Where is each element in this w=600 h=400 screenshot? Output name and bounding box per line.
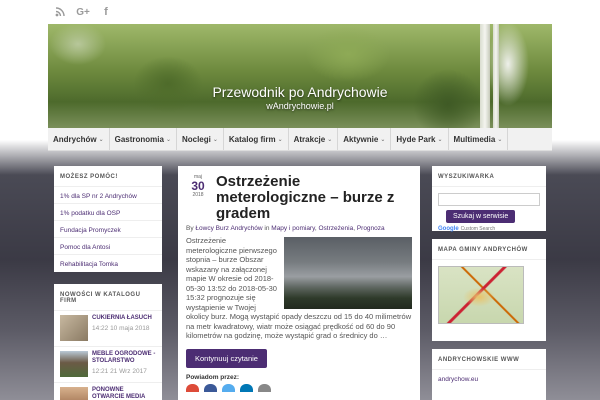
help-link[interactable]: Pomoc dla Antosi xyxy=(54,238,162,255)
post-card: maj 30 2018 Ostrzeżenie meterologiczne –… xyxy=(178,166,420,400)
map-image[interactable] xyxy=(438,266,524,324)
catalog-entry-date: 12:21 21 Wrz 2017 xyxy=(92,368,147,375)
share-twitter-icon[interactable] xyxy=(222,383,235,392)
rss-icon[interactable] xyxy=(54,6,66,18)
help-link[interactable]: 1% dla SP nr 2 Andrychów xyxy=(54,187,162,204)
custom-search-text: Custom Search xyxy=(460,226,496,232)
list-item[interactable]: Ponowne otwarcie Media Expert w Andrycho… xyxy=(54,383,162,400)
chevron-down-icon: ⌄ xyxy=(98,136,104,143)
site-title[interactable]: Przewodnik po Andrychowie xyxy=(48,84,552,100)
catalog-widget: Nowości w katalogu firm Cukiernia Łasuch… xyxy=(54,284,162,400)
nav-label: Multimedia xyxy=(453,134,496,144)
chevron-down-icon: ⌄ xyxy=(327,136,333,143)
birch-trunk xyxy=(493,24,499,128)
top-bar: G+ f xyxy=(48,0,552,24)
widget-title: Nowości w katalogu firm xyxy=(54,284,162,311)
nav-label: Katalog firm xyxy=(228,134,276,144)
search-input[interactable] xyxy=(438,193,540,206)
help-widget: Możesz pomóc! 1% dla SP nr 2 Andrychów 1… xyxy=(54,166,162,272)
google-plus-icon[interactable]: G+ xyxy=(75,6,91,18)
post-excerpt: Ostrzeżenie meterologiczne pierwszego st… xyxy=(186,236,412,341)
chevron-down-icon: ⌄ xyxy=(165,136,171,143)
www-link[interactable]: andrychow.eu xyxy=(432,370,546,389)
help-link[interactable]: 1% podatku dla OSP xyxy=(54,204,162,221)
catalog-thumb[interactable] xyxy=(60,351,88,377)
nav-item-andrychow[interactable]: Andrychów ⌄ xyxy=(48,128,110,150)
post-day: 30 xyxy=(191,179,205,193)
nav-item-hyde-park[interactable]: Hyde Park ⌄ xyxy=(391,128,449,150)
nav-item-gastronomia[interactable]: Gastronomia ⌄ xyxy=(110,128,177,150)
nav-label: Atrakcje xyxy=(293,134,326,144)
widget-title: Możesz pomóc! xyxy=(54,166,162,187)
nav-label: Noclegi xyxy=(181,134,211,144)
catalog-thumb[interactable] xyxy=(60,315,88,341)
share-linkedin-icon[interactable] xyxy=(240,383,253,392)
share-google-icon[interactable] xyxy=(186,383,199,392)
list-item[interactable]: Cukiernia Łasuch 14:22 10 maja 2018 xyxy=(54,311,162,347)
help-link[interactable]: Rehabilitacja Tomka xyxy=(54,255,162,272)
help-link[interactable]: Fundacja Promyczek xyxy=(54,221,162,238)
meta-in: in xyxy=(262,225,272,232)
widget-title: Andrychowskie WWW xyxy=(432,349,546,370)
facebook-icon[interactable]: f xyxy=(100,6,112,18)
category-link[interactable]: Prognoza xyxy=(357,225,385,232)
chevron-down-icon: ⌄ xyxy=(437,136,443,143)
chevron-down-icon: ⌄ xyxy=(212,136,218,143)
author-link[interactable]: Łowcy Burz Andrychów xyxy=(195,225,262,232)
catalog-thumb[interactable] xyxy=(60,387,88,400)
content-columns: Możesz pomóc! 1% dla SP nr 2 Andrychów 1… xyxy=(48,151,552,400)
map-widget: Mapa gminy Andrychów xyxy=(432,239,546,341)
nav-item-katalog-firm[interactable]: Katalog firm ⌄ xyxy=(224,128,289,150)
post-image[interactable] xyxy=(284,237,412,309)
post-meta: By Łowcy Burz Andrychów in Mapy i pomiar… xyxy=(186,225,412,232)
page-wrapper: G+ f Przewodnik po Andrychowie wAndrycho… xyxy=(48,0,552,400)
catalog-entry-title[interactable]: Ponowne otwarcie Media Expert w Andrycho… xyxy=(92,387,156,400)
nav-item-noclegi[interactable]: Noclegi ⌄ xyxy=(177,128,224,150)
catalog-entry-date: 14:22 10 maja 2018 xyxy=(92,325,150,332)
widget-title: Wyszukiwarka xyxy=(432,166,546,187)
post-year: 2018 xyxy=(192,192,204,198)
nav-label: Andrychów xyxy=(53,134,97,144)
nav-label: Hyde Park xyxy=(396,134,436,144)
nav-item-aktywnie[interactable]: Aktywnie ⌄ xyxy=(338,128,392,150)
chevron-down-icon: ⌄ xyxy=(277,136,283,143)
search-widget: Wyszukiwarka Szukaj w serwisie Google Cus… xyxy=(432,166,546,232)
birch-trunk xyxy=(480,24,490,128)
site-header[interactable]: Przewodnik po Andrychowie wAndrychowie.p… xyxy=(48,24,552,128)
category-link[interactable]: Mapy i pomiary xyxy=(271,225,315,232)
read-more-button[interactable]: Kontynuuj czytanie xyxy=(186,348,267,368)
catalog-entry-title[interactable]: Meble ogrodowe - stolarstwo xyxy=(92,351,156,365)
post-date: maj 30 2018 xyxy=(186,174,210,198)
share-label: Powiadom przez: xyxy=(186,373,240,381)
share-more-icon[interactable] xyxy=(258,383,271,392)
widget-title: Mapa gminy Andrychów xyxy=(432,239,546,260)
share-facebook-icon[interactable] xyxy=(204,383,217,392)
nav-item-atrakcje[interactable]: Atrakcje ⌄ xyxy=(289,128,339,150)
list-item[interactable]: Meble ogrodowe - stolarstwo 12:21 21 Wrz … xyxy=(54,347,162,383)
category-link[interactable]: Ostrzeżenia xyxy=(319,225,354,232)
nav-item-multimedia[interactable]: Multimedia ⌄ xyxy=(449,128,509,150)
chevron-down-icon: ⌄ xyxy=(380,136,386,143)
site-subtitle: wAndrychowie.pl xyxy=(266,101,334,111)
search-button[interactable]: Szukaj w serwisie xyxy=(446,210,516,223)
catalog-entry-title[interactable]: Cukiernia Łasuch xyxy=(92,315,152,322)
chevron-down-icon: ⌄ xyxy=(497,136,503,143)
custom-search-label: Google Custom Search xyxy=(438,226,540,232)
meta-by: By xyxy=(186,225,196,232)
google-logo: Google xyxy=(438,226,459,232)
post-title[interactable]: Ostrzeżenie meterologiczne – burze z gra… xyxy=(216,174,412,222)
nav-label: Aktywnie xyxy=(343,134,379,144)
main-nav: Andrychów ⌄ Gastronomia ⌄ Noclegi ⌄ Katalog… xyxy=(48,128,552,151)
nav-label: Gastronomia xyxy=(114,134,164,144)
www-widget: Andrychowskie WWW andrychow.eu xyxy=(432,349,546,400)
share-buttons xyxy=(186,383,412,392)
